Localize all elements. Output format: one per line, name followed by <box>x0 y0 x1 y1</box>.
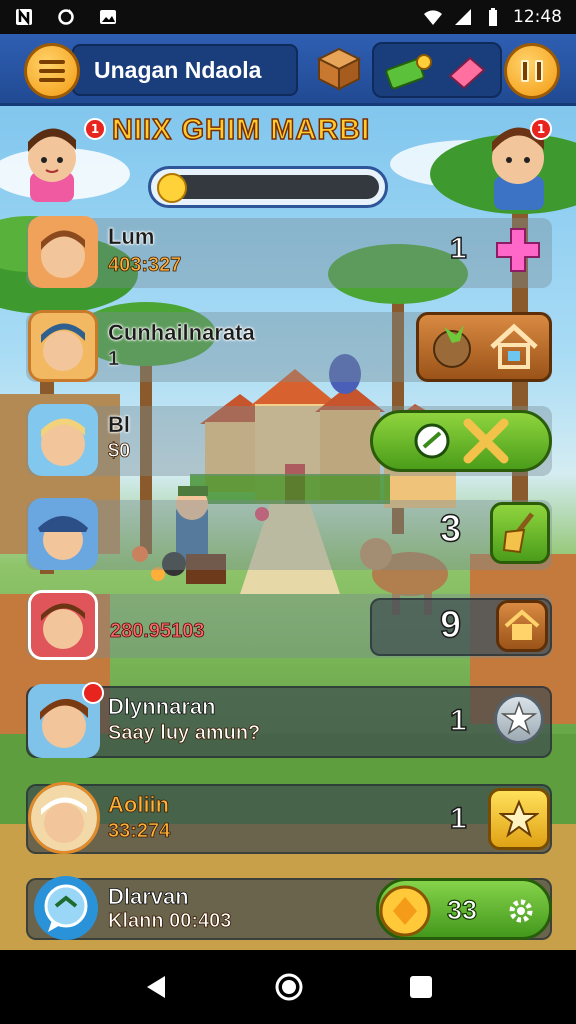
level-progress-bar <box>148 166 388 208</box>
row-2-action-button[interactable] <box>416 312 552 382</box>
row-2-avatar <box>28 310 98 382</box>
coin-icon <box>379 885 431 937</box>
row-2-value: 1 <box>108 348 120 370</box>
row-1-value: 403:327 <box>108 254 182 277</box>
row-3-avatar <box>28 404 98 476</box>
list-row-7[interactable] <box>26 784 552 854</box>
row-7-avatar <box>28 782 100 854</box>
row-7-action-button[interactable] <box>488 788 550 850</box>
row-3-action-button[interactable] <box>370 410 552 472</box>
right-alert-badge: 1 <box>530 118 552 140</box>
row-7-value: 33:274 <box>108 820 171 843</box>
star-icon <box>499 799 539 838</box>
battery-icon <box>489 8 497 26</box>
row-7-name: Aoliin <box>108 792 170 818</box>
home-icon[interactable] <box>273 971 305 1003</box>
notification-n-icon <box>16 8 32 26</box>
coins-button[interactable]: 33 <box>376 878 552 940</box>
tools-panel <box>372 42 502 98</box>
row-6-action-button[interactable] <box>494 694 544 744</box>
row-6-name: Dlynnaran <box>108 694 216 720</box>
row-6-count: 1 <box>449 703 467 738</box>
row-1-name: Lum <box>108 224 155 249</box>
eraser-icon[interactable] <box>444 54 490 90</box>
cash-icon[interactable] <box>384 52 434 92</box>
menu-button[interactable] <box>24 43 80 99</box>
crate-icon[interactable] <box>316 46 362 92</box>
signal-icon <box>455 9 471 25</box>
row-4-avatar <box>28 498 98 570</box>
row-5-action-button[interactable] <box>496 600 548 652</box>
row-5-count: 9 <box>439 603 462 647</box>
wifi-icon <box>424 10 442 25</box>
banner-title: NIIX GHIM MARBI <box>111 113 371 147</box>
status-bar: 12:48 <box>0 0 576 34</box>
broom-icon <box>502 512 534 554</box>
status-time: 12:48 <box>513 7 562 27</box>
row-1-action-button[interactable] <box>490 222 546 278</box>
plus-icon <box>496 228 540 272</box>
gear-icon[interactable] <box>505 895 537 927</box>
row-5-avatar <box>28 590 98 660</box>
photo-icon <box>100 10 116 24</box>
list-row-4[interactable] <box>26 500 552 570</box>
row-6-badge <box>82 682 104 704</box>
row-3-value: $0 <box>108 440 131 463</box>
row-4-action-button[interactable] <box>490 502 550 564</box>
left-alert-badge: 1 <box>84 118 106 140</box>
pause-button[interactable] <box>504 43 560 99</box>
row-1-avatar <box>28 216 98 288</box>
recents-icon[interactable] <box>407 973 435 1001</box>
list-row-6[interactable] <box>26 686 552 758</box>
system-nav-bar <box>0 950 576 1024</box>
row-6-value: Saay luy amun? <box>108 722 261 745</box>
row-5-value: 280.95103 <box>110 620 205 643</box>
row-2-name: Cunhailnarata <box>108 320 255 345</box>
row-4-count: 3 <box>439 507 462 551</box>
leaf-icon <box>414 423 450 459</box>
house-icon <box>504 609 540 640</box>
row-8-value: Klann 00:403 <box>108 910 232 933</box>
back-icon[interactable] <box>141 972 171 1002</box>
row-8-avatar <box>34 876 98 940</box>
top-bar: Unagan Ndaola <box>0 34 576 106</box>
game-title: Unagan Ndaola <box>72 44 298 96</box>
player-avatar-left[interactable] <box>18 116 92 202</box>
coins-value: 33 <box>446 894 478 925</box>
smiley-icon <box>157 173 187 203</box>
sync-icon <box>58 9 74 25</box>
row-3-name: Bl <box>108 412 130 437</box>
list-row-1[interactable] <box>26 218 552 288</box>
plant-icon <box>433 325 471 368</box>
tools-icon <box>463 418 509 464</box>
chat-icon <box>44 884 88 932</box>
star-icon <box>501 701 537 735</box>
row-1-count: 1 <box>449 231 467 266</box>
row-7-count: 1 <box>449 801 467 836</box>
house-icon <box>490 323 538 369</box>
row-8-name: Dlarvan <box>108 884 190 910</box>
